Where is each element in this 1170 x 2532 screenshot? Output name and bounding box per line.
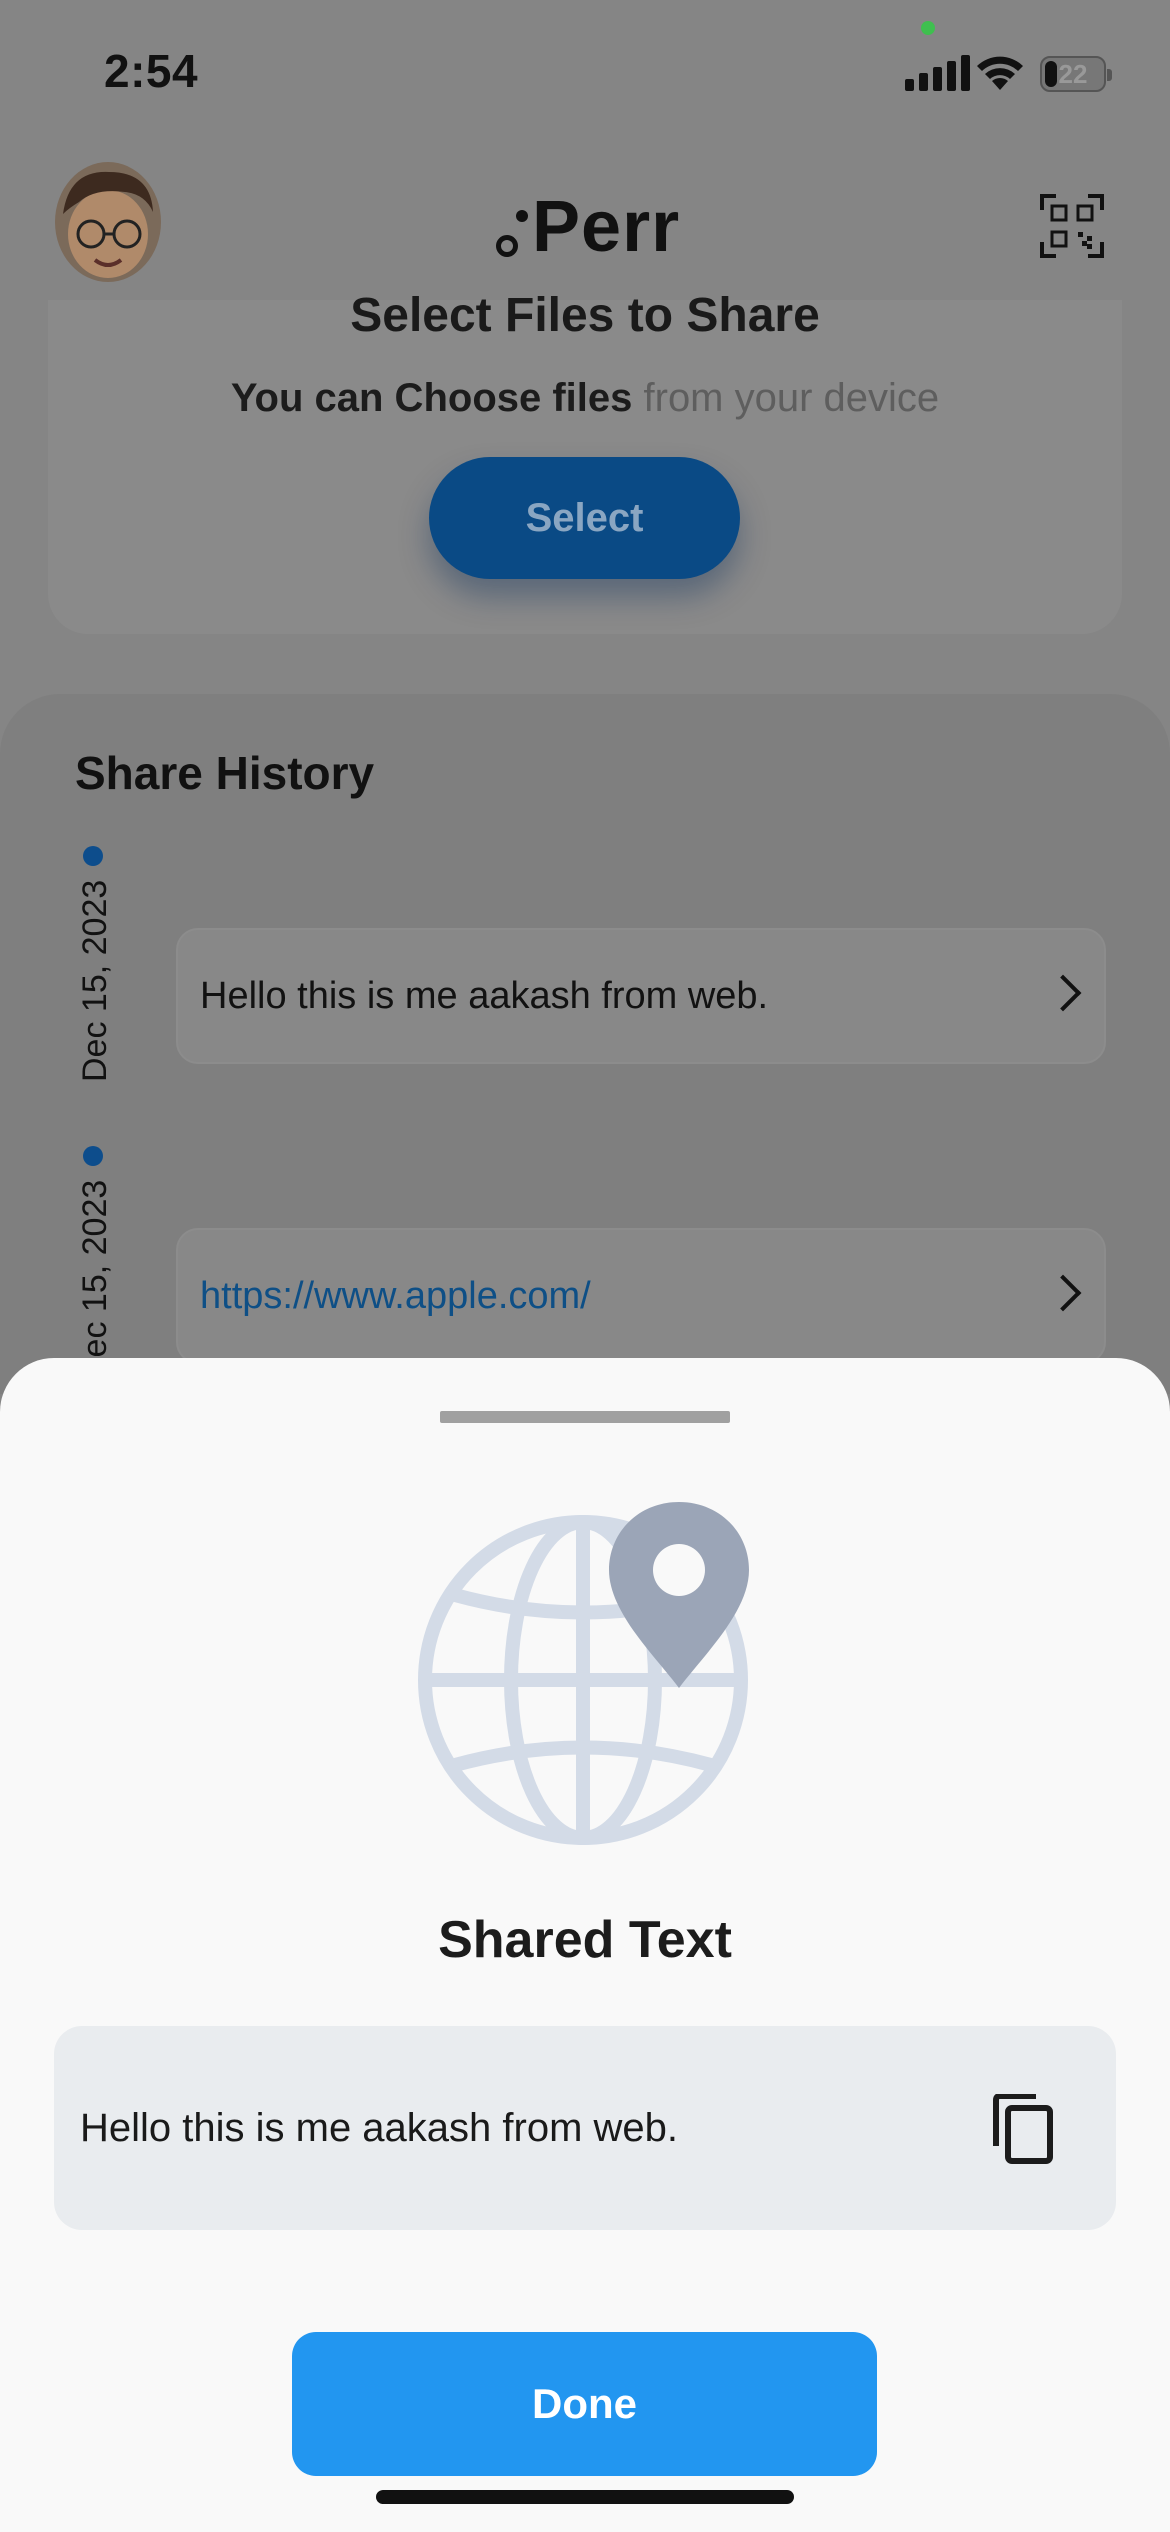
avatar[interactable] — [55, 162, 161, 282]
select-files-subtitle: You can Choose files from your device — [0, 376, 1170, 421]
status-time: 2:54 — [104, 45, 199, 97]
share-history-title: Share History — [75, 747, 375, 799]
home-indicator[interactable] — [376, 2490, 794, 2504]
logo-mark-dot — [516, 210, 528, 222]
select-button[interactable]: Select — [429, 457, 740, 579]
cellular-signal-icon — [905, 55, 970, 91]
wifi-icon — [977, 56, 1023, 90]
history-item[interactable]: https://www.apple.com/ — [176, 1228, 1106, 1364]
qr-scan-icon[interactable] — [1040, 194, 1104, 258]
done-button[interactable]: Done — [292, 2332, 877, 2476]
timeline-dot — [83, 846, 103, 866]
battery-icon: 22 — [1040, 56, 1112, 92]
subtitle-bold: You can Choose files — [230, 376, 633, 420]
timeline-dot — [83, 1146, 103, 1166]
chevron-right-icon — [1044, 1274, 1082, 1312]
subtitle-rest: from your device — [632, 376, 940, 420]
chevron-right-icon — [1044, 974, 1082, 1012]
globe-location-icon — [418, 1502, 749, 1845]
privacy-indicator — [921, 21, 935, 35]
sheet-title: Shared Text — [438, 1911, 732, 1969]
select-files-title: Select Files to Share — [350, 289, 820, 342]
app-logo: Perr — [532, 187, 681, 267]
history-date: Dec 15, 2023 — [76, 1179, 114, 1382]
copy-icon[interactable] — [992, 2094, 1054, 2164]
battery-level: 22 — [1058, 59, 1088, 89]
logo-mark — [496, 235, 518, 257]
history-item-link[interactable]: https://www.apple.com/ — [200, 1230, 591, 1362]
history-item[interactable]: Hello this is me aakash from web. — [176, 928, 1106, 1064]
sheet-grabber[interactable] — [440, 1411, 730, 1423]
history-item-text: Hello this is me aakash from web. — [200, 975, 769, 1017]
shared-text-box: Hello this is me aakash from web. — [54, 2026, 1116, 2230]
history-date: Dec 15, 2023 — [76, 879, 114, 1082]
shared-text-value: Hello this is me aakash from web. — [80, 2106, 679, 2150]
